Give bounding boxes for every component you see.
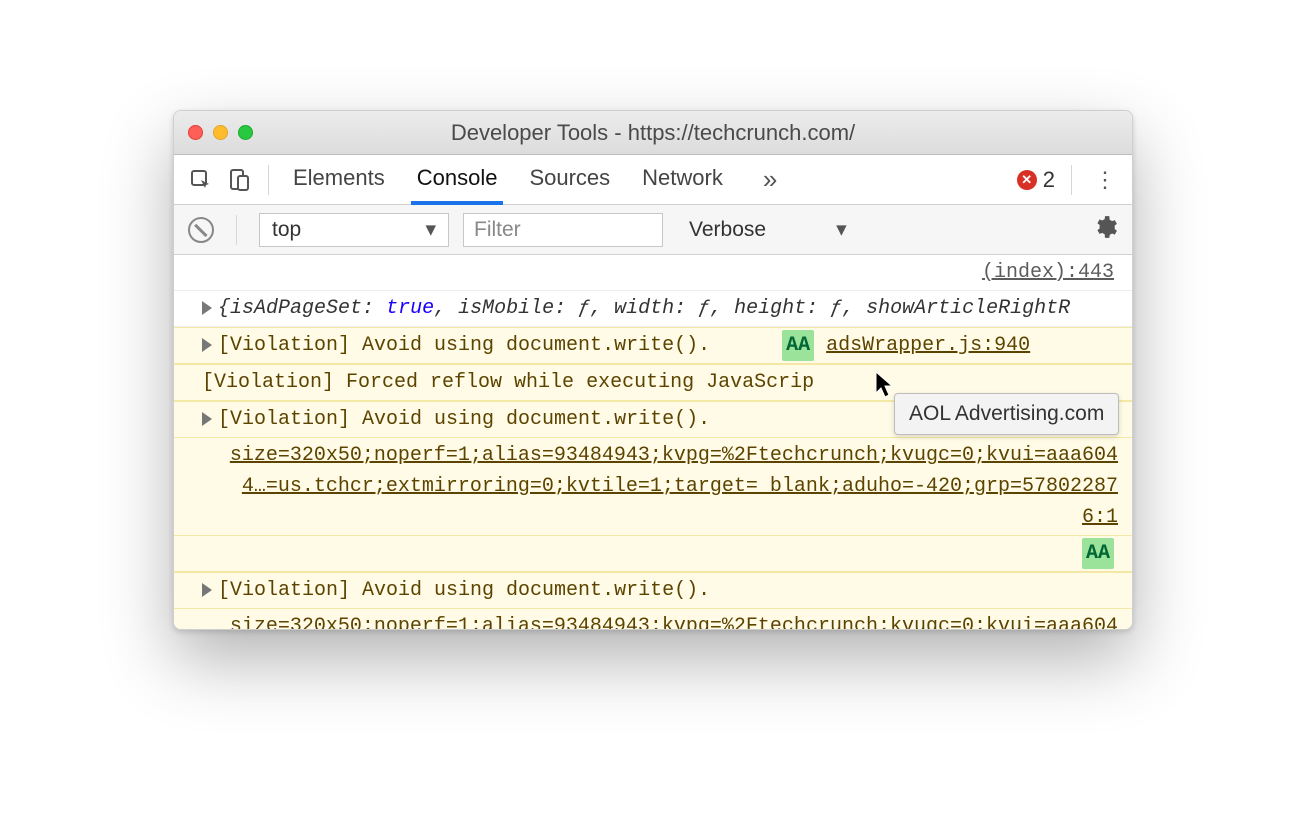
chevron-down-icon: ▾: [836, 217, 847, 242]
tab-elements[interactable]: Elements: [287, 155, 391, 205]
error-icon: ✕: [1017, 170, 1037, 190]
expand-triangle-icon[interactable]: [202, 338, 212, 352]
separator: [1071, 165, 1072, 195]
device-toolbar-icon[interactable]: [222, 163, 256, 197]
tab-console[interactable]: Console: [411, 155, 504, 205]
tab-sources[interactable]: Sources: [523, 155, 616, 205]
tab-network[interactable]: Network: [636, 155, 729, 205]
initiator-badge[interactable]: AA: [782, 330, 814, 361]
inspect-element-icon[interactable]: [184, 163, 218, 197]
error-count-badge[interactable]: ✕ 2: [1017, 167, 1055, 193]
expand-triangle-icon[interactable]: [202, 583, 212, 597]
window-title: Developer Tools - https://techcrunch.com…: [174, 120, 1132, 146]
source-link[interactable]: adsWrapper.js:940: [826, 334, 1030, 357]
more-tabs-icon[interactable]: »: [763, 164, 777, 195]
context-selector[interactable]: top ▾: [259, 213, 449, 247]
kebab-menu-icon[interactable]: ⋮: [1088, 167, 1122, 193]
zoom-window-button[interactable]: [238, 125, 253, 140]
console-row-source-url[interactable]: size=320x50;noperf=1;alias=93484943;kvpg…: [174, 437, 1132, 535]
separator: [268, 165, 269, 195]
titlebar: Developer Tools - https://techcrunch.com…: [174, 111, 1132, 155]
source-link[interactable]: (index):443: [174, 255, 1132, 291]
console-row-violation[interactable]: [Violation] Avoid using document.write()…: [174, 327, 1132, 364]
log-level-value: Verbose: [689, 218, 766, 242]
minimize-window-button[interactable]: [213, 125, 228, 140]
console-row-violation[interactable]: [Violation] Avoid using document.write()…: [174, 572, 1132, 608]
initiator-badge[interactable]: AA: [1082, 538, 1114, 569]
panel-tabs: Elements Console Sources Network »: [287, 155, 777, 205]
console-toolbar: top ▾ Verbose ▾: [174, 205, 1132, 255]
console-row-source-url[interactable]: size=320x50;noperf=1;alias=93484943;kvpg…: [174, 608, 1132, 629]
expand-triangle-icon[interactable]: [202, 301, 212, 315]
context-value: top: [272, 218, 301, 242]
tooltip: AOL Advertising.com: [894, 393, 1119, 435]
console-row-badge: AA: [174, 535, 1132, 572]
expand-triangle-icon[interactable]: [202, 412, 212, 426]
close-window-button[interactable]: [188, 125, 203, 140]
console-output: (index):443 {isAdPageSet: true, isMobile…: [174, 255, 1132, 629]
traffic-lights: [188, 125, 253, 140]
tabbar: Elements Console Sources Network » ✕ 2 ⋮: [174, 155, 1132, 205]
gear-icon[interactable]: [1092, 214, 1118, 245]
filter-input[interactable]: [463, 213, 663, 247]
tooltip-text: AOL Advertising.com: [909, 402, 1104, 425]
devtools-window: Developer Tools - https://techcrunch.com…: [173, 110, 1133, 630]
error-count: 2: [1043, 167, 1055, 193]
separator: [236, 215, 237, 245]
log-level-selector[interactable]: Verbose ▾: [677, 213, 859, 247]
console-row-object[interactable]: {isAdPageSet: true, isMobile: ƒ, width: …: [174, 291, 1132, 327]
clear-console-icon[interactable]: [188, 217, 214, 243]
chevron-down-icon: ▾: [425, 217, 436, 242]
